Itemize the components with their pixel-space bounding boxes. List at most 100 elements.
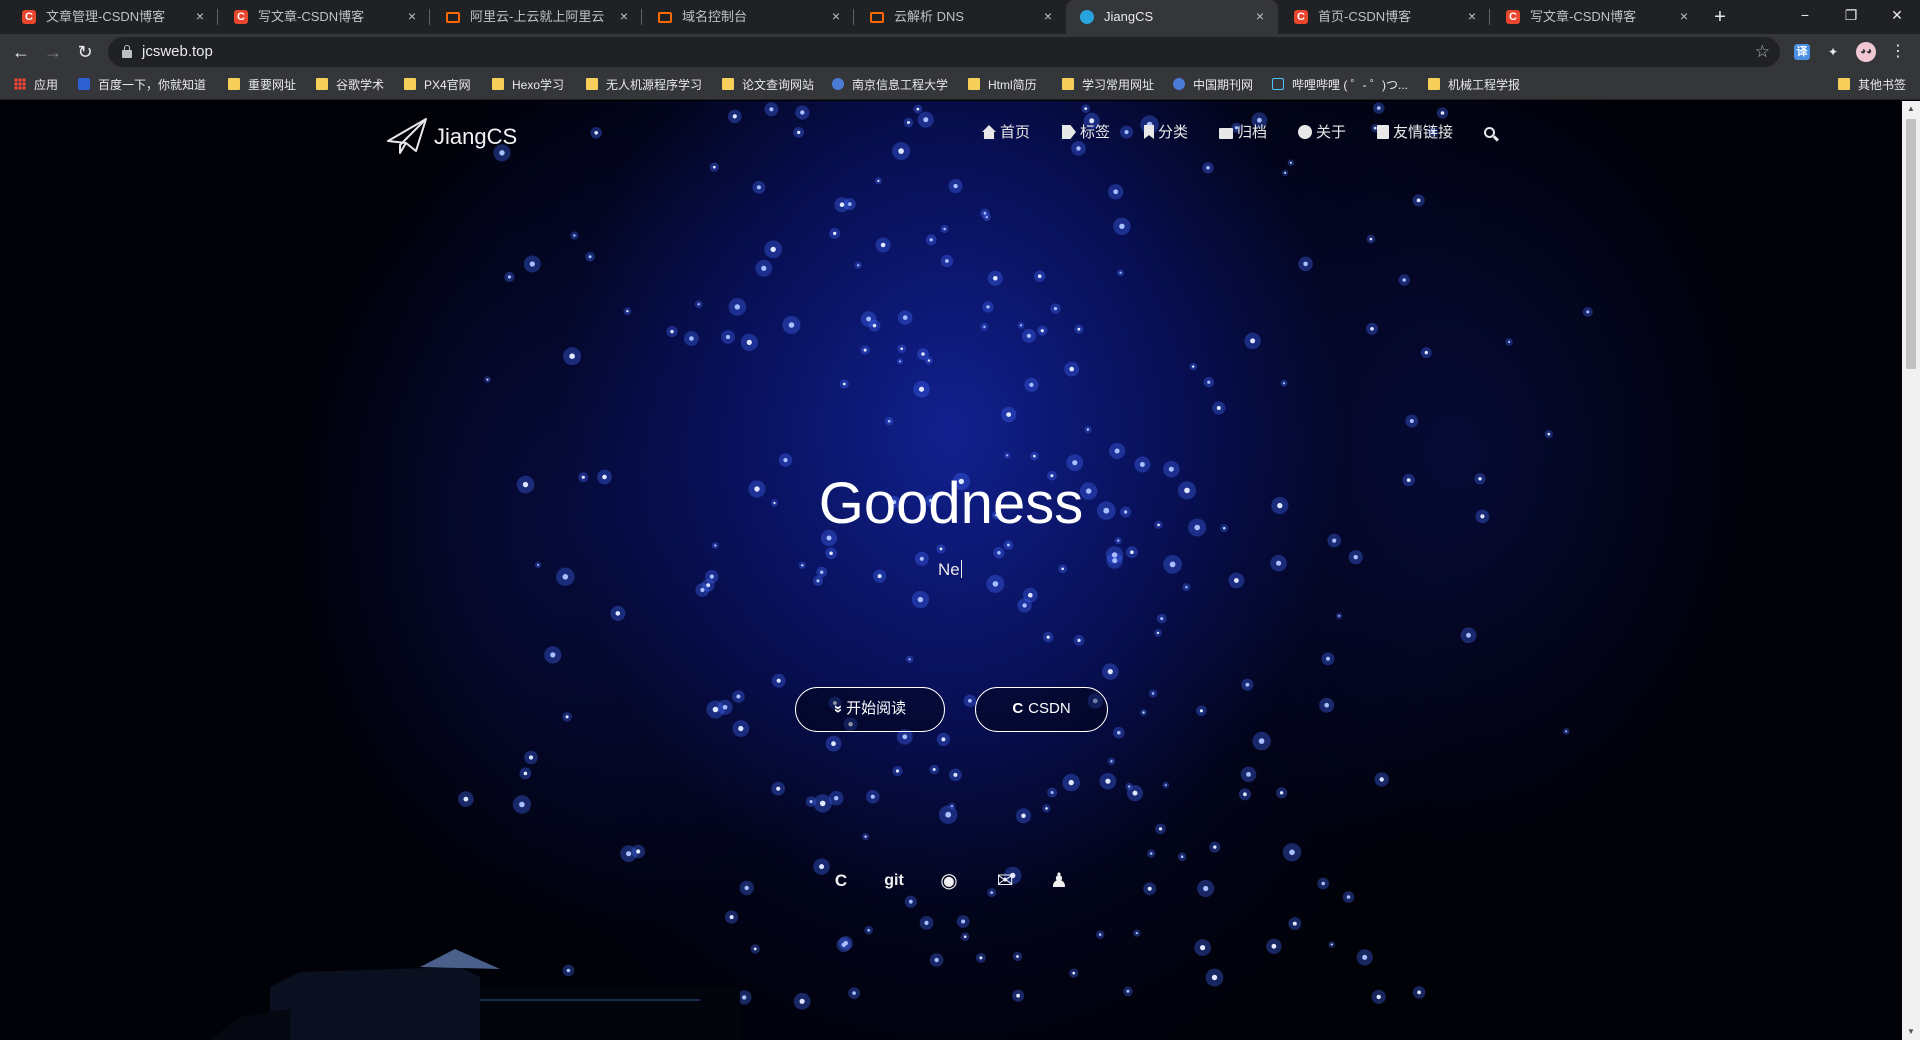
star (1416, 198, 1421, 203)
window-close-button[interactable]: ✕ (1874, 0, 1920, 30)
tab-domain-console[interactable]: 域名控制台 × (644, 0, 854, 34)
tab-aliyun[interactable]: 阿里云-上云就上阿里云 × (432, 0, 642, 34)
bookmark-folder[interactable]: 谷歌学术 (316, 77, 384, 93)
star (783, 458, 788, 463)
csdn-social-icon[interactable]: C (826, 868, 856, 894)
git-social-icon[interactable]: git (879, 868, 909, 894)
star (714, 544, 717, 547)
close-icon[interactable]: × (828, 8, 844, 24)
hero-subtitle-typing: Ne (938, 559, 963, 581)
address-bar[interactable]: jcsweb.top ☆ (108, 37, 1780, 67)
tab-article-management[interactable]: C 文章管理-CSDN博客 × (8, 0, 218, 34)
nav-tags[interactable]: 标签 (1062, 123, 1110, 143)
bookmark-icon (1144, 125, 1154, 139)
minimize-button[interactable]: − (1782, 0, 1828, 30)
star (1098, 933, 1102, 936)
site-icon (1173, 78, 1185, 90)
tab-write-article-2[interactable]: C 写文章-CSDN博客 × (1492, 0, 1702, 34)
bookmark-folder[interactable]: PX4官网 (404, 77, 471, 93)
lock-icon[interactable] (122, 45, 132, 58)
star (899, 360, 901, 363)
github-icon[interactable]: ◉ (934, 868, 964, 894)
star (917, 596, 924, 603)
bookmark-star-icon[interactable]: ☆ (1755, 42, 1770, 62)
bookmark-folder[interactable]: 机械工程学报 (1428, 77, 1520, 93)
bookmark-nuist[interactable]: 南京信息工程大学 (832, 77, 948, 93)
email-icon[interactable]: ✉ (990, 868, 1020, 894)
scrollbar-thumb[interactable] (1906, 119, 1916, 369)
back-button[interactable]: ← (9, 40, 33, 64)
close-icon[interactable]: × (404, 8, 420, 24)
bookmark-folder[interactable]: 重要网址 (228, 77, 296, 93)
star (1135, 932, 1138, 935)
page-scrollbar[interactable]: ▲ ▼ (1902, 101, 1920, 1040)
tab-cloud-dns[interactable]: 云解析 DNS × (856, 0, 1066, 34)
bookmark-cnki[interactable]: 中国期刊网 (1173, 77, 1253, 93)
bookmark-apps[interactable]: 应用 (14, 77, 58, 93)
star (689, 336, 694, 341)
nav-about[interactable]: 关于 (1298, 123, 1346, 143)
star (880, 242, 886, 248)
tab-write-article[interactable]: C 写文章-CSDN博客 × (220, 0, 430, 34)
star (1072, 971, 1076, 975)
search-icon[interactable] (1484, 127, 1500, 143)
close-icon[interactable]: × (1676, 8, 1692, 24)
star (1370, 327, 1374, 331)
browser-menu-icon[interactable]: ⋮ (1888, 42, 1908, 62)
bookmark-baidu[interactable]: 百度一下，你就知道 (78, 77, 206, 93)
translate-extension-icon[interactable]: 译 (1794, 44, 1810, 60)
qq-icon[interactable]: ♟ (1044, 868, 1074, 894)
forward-button[interactable]: → (41, 40, 65, 64)
url-text[interactable]: jcsweb.top (142, 44, 213, 60)
bookmark-folder[interactable]: Html简历 (968, 77, 1037, 93)
star (732, 114, 737, 119)
csdn-button[interactable]: C CSDN (975, 687, 1108, 732)
star (1112, 558, 1118, 564)
close-icon[interactable]: × (1040, 8, 1056, 24)
bookmark-folder[interactable]: 论文查询网站 (722, 77, 814, 93)
close-icon[interactable]: × (1252, 8, 1268, 24)
bookmark-folder[interactable]: 学习常用网址 (1062, 77, 1154, 93)
maximize-button[interactable]: ❐ (1828, 0, 1874, 30)
tab-separator (217, 9, 218, 25)
tab-csdn-home[interactable]: C 首页-CSDN博客 × (1280, 0, 1490, 34)
star (943, 227, 946, 231)
close-icon[interactable]: × (1464, 8, 1480, 24)
profile-avatar[interactable]: ◕◕ (1856, 42, 1876, 62)
star (1185, 586, 1188, 589)
star (1084, 107, 1088, 110)
star (1326, 656, 1330, 661)
star (1022, 603, 1027, 608)
star (1156, 631, 1160, 635)
star (1362, 954, 1368, 960)
scroll-down-arrow-icon[interactable]: ▼ (1902, 1024, 1920, 1040)
info-icon (1298, 125, 1312, 139)
close-icon[interactable]: × (192, 8, 208, 24)
close-icon[interactable]: × (616, 8, 632, 24)
bookmark-bilibili[interactable]: 哔哩哔哩 ( ゜- ゜)つ... (1272, 77, 1408, 93)
nav-friend-links[interactable]: 友情链接 (1377, 123, 1453, 143)
baidu-paw-icon (78, 78, 90, 90)
star (588, 255, 592, 259)
star (979, 956, 983, 960)
nav-home[interactable]: 首页 (982, 123, 1030, 143)
star (1124, 130, 1129, 135)
star (924, 920, 929, 926)
star (1508, 340, 1511, 343)
bookmark-other[interactable]: 其他书签 (1838, 77, 1906, 93)
bookmark-folder[interactable]: Hexo学习 (492, 77, 564, 93)
tab-strip: C 文章管理-CSDN博客 × C 写文章-CSDN博客 × 阿里云-上云就上阿… (0, 0, 1920, 34)
nav-archive[interactable]: 归档 (1219, 123, 1267, 143)
nav-categories[interactable]: 分类 (1144, 123, 1188, 143)
start-reading-button[interactable]: »开始阅读 (795, 687, 945, 732)
star (866, 316, 871, 322)
new-tab-button[interactable]: + (1708, 5, 1732, 29)
reload-button[interactable]: ↻ (73, 40, 97, 64)
tab-jiangcs[interactable]: JiangCS × (1066, 0, 1278, 34)
star (945, 811, 952, 818)
star (626, 851, 632, 857)
extensions-puzzle-icon[interactable]: ✦ (1823, 42, 1843, 62)
bookmark-folder[interactable]: 无人机源程序学习 (586, 77, 702, 93)
star (756, 185, 761, 190)
scroll-up-arrow-icon[interactable]: ▲ (1902, 101, 1920, 117)
